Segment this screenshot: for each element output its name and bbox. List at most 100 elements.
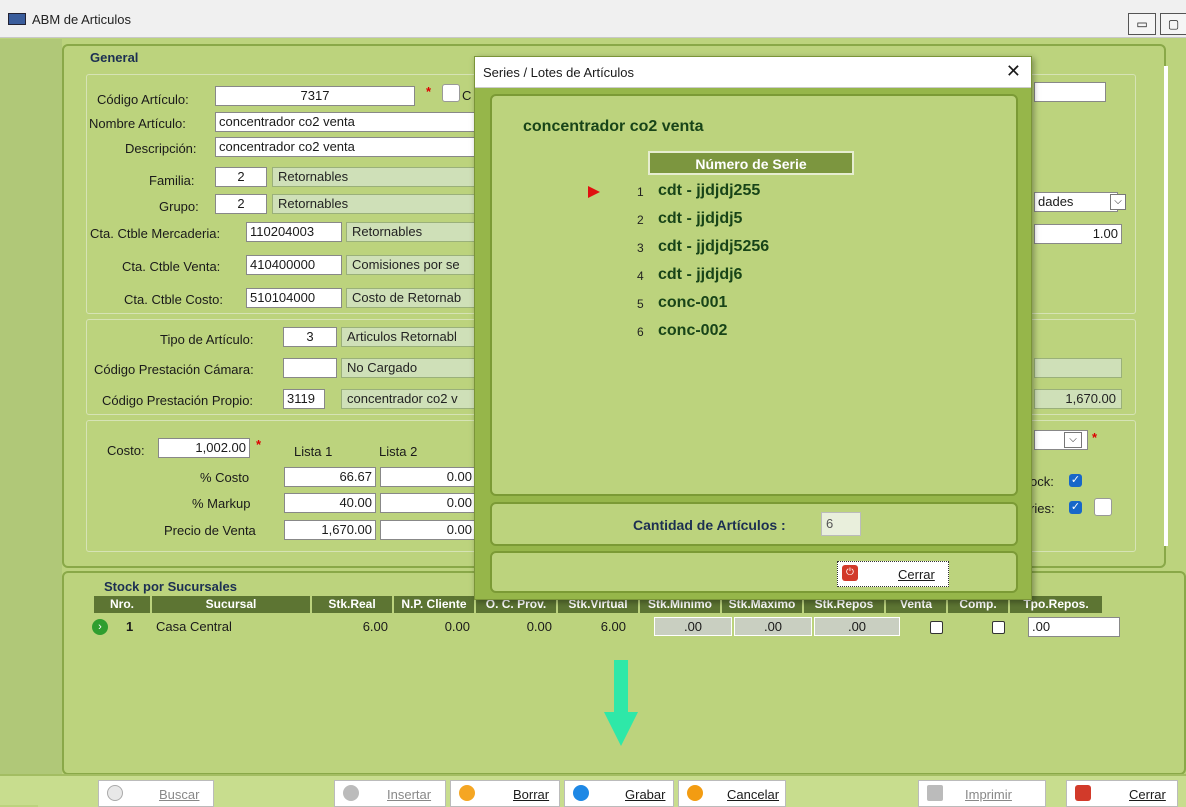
dialog-cerrar-button[interactable]: ⏻ Cerrar <box>837 561 949 587</box>
costo-input[interactable]: 1,002.00 <box>158 438 250 458</box>
serie-num: 4 <box>637 269 644 283</box>
pct-costo-l1[interactable]: 66.67 <box>284 467 376 487</box>
serie-num: 2 <box>637 213 644 227</box>
nombre-input[interactable]: concentrador co2 venta <box>215 112 485 132</box>
row-np: 0.00 <box>444 619 470 634</box>
precio-l1[interactable]: 1,670.00 <box>284 520 376 540</box>
cantidad-field: 6 <box>821 512 861 536</box>
cta-merc-code[interactable]: 110204003 <box>246 222 342 242</box>
cta-venta-label: Cta. Ctble Venta: <box>122 259 221 274</box>
serie-num: 5 <box>637 297 644 311</box>
codigo-input[interactable]: 7317 <box>215 86 415 106</box>
row-max[interactable]: .00 <box>734 617 812 636</box>
propio-value: concentrador co2 v <box>341 389 482 409</box>
borrar-label: Borrar <box>513 787 550 802</box>
grupo-code[interactable]: 2 <box>215 194 267 214</box>
familia-value: Retornables <box>272 167 482 187</box>
comp-checkbox[interactable] <box>992 621 1005 634</box>
right-divider <box>1164 66 1168 546</box>
precio-l2[interactable]: 0.00 <box>380 520 476 540</box>
close-icon[interactable]: ✕ <box>1006 61 1021 82</box>
dialog-cerrar-label: Cerrar <box>898 567 935 582</box>
stock-checkbox[interactable]: ✓ <box>1069 474 1082 487</box>
stock-check-label: ock: <box>1030 474 1054 489</box>
propio-code[interactable]: 3119 <box>283 389 325 409</box>
lista1-label: Lista 1 <box>294 444 333 459</box>
propio-label: Código Prestación Propio: <box>102 393 254 408</box>
unidades-select[interactable]: dades <box>1034 192 1118 212</box>
nombre-label: Nombre Artículo: <box>89 116 186 131</box>
expand-row-icon[interactable]: › <box>92 619 108 635</box>
serie-item[interactable]: conc-001 <box>658 294 727 312</box>
required-star: * <box>426 84 432 99</box>
row-repos[interactable]: .00 <box>814 617 900 636</box>
restore-button[interactable]: ▢ <box>1160 13 1186 35</box>
dialog-title: Series / Lotes de Artículos <box>483 65 635 80</box>
required-star-costo: * <box>256 437 262 452</box>
serie-item[interactable]: conc-002 <box>658 322 727 340</box>
factor-input[interactable]: 1.00 <box>1034 224 1122 244</box>
camara-code[interactable] <box>283 358 337 378</box>
dialog-titlebar: Series / Lotes de Artículos ✕ <box>475 57 1031 88</box>
dialog-actions-panel: ⏻ Cerrar <box>490 551 1018 593</box>
serie-item[interactable]: cdt - jjdjdj255 <box>658 182 760 200</box>
cancel-icon <box>687 785 703 801</box>
pct-costo-label: % Costo <box>200 470 250 485</box>
cta-costo-code[interactable]: 510104000 <box>246 288 342 308</box>
cta-venta-code[interactable]: 410400000 <box>246 255 342 275</box>
row-nro: 1 <box>126 619 134 634</box>
cantidad-label: Cantidad de Artículos : <box>633 517 786 533</box>
chevron-down-icon-2[interactable]: ⌵ <box>1064 432 1082 448</box>
imprimir-label: Imprimir <box>965 787 1012 802</box>
row-virtual: 6.00 <box>600 619 626 634</box>
series-list-panel: concentrador co2 venta Número de Serie 1… <box>490 94 1018 496</box>
cerrar-button[interactable]: Cerrar <box>1066 780 1178 807</box>
descripcion-label: Descripción: <box>125 141 197 156</box>
cancelar-label: Cancelar <box>727 787 780 802</box>
serie-item[interactable]: cdt - jjdjdj6 <box>658 266 742 284</box>
cta-merc-label: Cta. Ctble Mercaderia: <box>90 226 221 241</box>
window-titlebar: ABM de Articulos ▭ ▢ <box>0 0 1186 38</box>
serie-item[interactable]: cdt - jjdjdj5 <box>658 210 742 228</box>
buscar-button[interactable]: Buscar <box>98 780 214 807</box>
borrar-button[interactable]: Borrar <box>450 780 560 807</box>
familia-code[interactable]: 2 <box>215 167 267 187</box>
chevron-down-icon[interactable]: ⌵ <box>1110 194 1126 210</box>
grupo-label: Grupo: <box>159 199 199 214</box>
camara-value: No Cargado <box>341 358 482 378</box>
power-icon: ⏻ <box>842 565 858 581</box>
series-check-label: ries: <box>1030 501 1055 516</box>
tipo-code[interactable]: 3 <box>283 327 337 347</box>
arrow-down-icon <box>604 660 638 746</box>
cancelar-button[interactable]: Cancelar <box>678 780 786 807</box>
descripcion-input[interactable]: concentrador co2 venta <box>215 137 485 157</box>
window-title: ABM de Articulos <box>32 12 131 27</box>
series-checkbox[interactable]: ✓ <box>1069 501 1082 514</box>
grabar-button[interactable]: Grabar <box>564 780 674 807</box>
serie-item[interactable]: cdt - jjdjdj5256 <box>658 238 769 256</box>
insertar-button[interactable]: Insertar <box>334 780 446 807</box>
pct-costo-l2[interactable]: 0.00 <box>380 467 476 487</box>
minus-icon <box>459 785 475 801</box>
precio-label: Precio de Venta <box>164 523 256 538</box>
required-star-right: * <box>1092 430 1098 445</box>
series-search-icon[interactable] <box>1094 498 1112 516</box>
right-field[interactable] <box>1034 82 1106 102</box>
markup-l2[interactable]: 0.00 <box>380 493 476 513</box>
tipo-value: Articulos Retornabl <box>341 327 482 347</box>
serie-column-header[interactable]: Número de Serie <box>648 151 854 175</box>
imprimir-button[interactable]: Imprimir <box>918 780 1046 807</box>
row-min[interactable]: .00 <box>654 617 732 636</box>
markup-l1[interactable]: 40.00 <box>284 493 376 513</box>
search-icon[interactable] <box>442 84 460 102</box>
row-oc: 0.00 <box>526 619 552 634</box>
codigo-after-label: C <box>462 88 472 103</box>
left-strip <box>0 39 62 774</box>
serie-num: 3 <box>637 241 644 255</box>
venta-checkbox[interactable] <box>930 621 943 634</box>
right-precio: 1,670.00 <box>1034 389 1122 409</box>
minimize-button[interactable]: ▭ <box>1128 13 1156 35</box>
lista2-label: Lista 2 <box>379 444 418 459</box>
cta-costo-label: Cta. Ctble Costo: <box>124 292 223 307</box>
row-tpo[interactable]: .00 <box>1028 617 1120 637</box>
